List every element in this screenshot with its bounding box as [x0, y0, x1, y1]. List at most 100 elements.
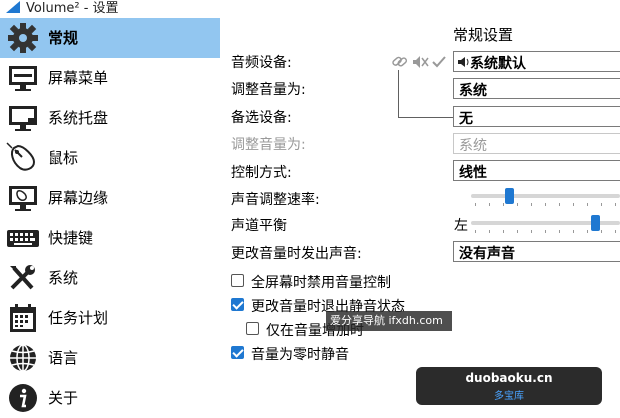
balance-slider-thumb[interactable]	[591, 215, 600, 231]
adjust-volume-select[interactable]: 系统	[453, 78, 620, 99]
slider-tick	[531, 203, 532, 206]
gear-icon	[8, 23, 38, 53]
sidebar-item-label: 关于	[48, 389, 79, 407]
checkbox-box[interactable]	[231, 346, 244, 359]
balance-label: 声道平衡	[231, 218, 287, 234]
sidebar: 常规 屏幕菜单 系统托盘 鼠标 屏幕边缘 快捷键 系统 任务计划 语言 关于	[0, 18, 220, 418]
link-line-horizontal	[398, 117, 453, 118]
control-mode-label: 控制方式:	[231, 165, 292, 181]
audio-device-label: 音频设备:	[231, 55, 292, 71]
sidebar-item-label: 语言	[48, 349, 79, 367]
window-title: Volume² - 设置	[26, 1, 119, 16]
slider-tick	[503, 230, 504, 233]
slider-tick	[559, 203, 560, 206]
alt-adjust-volume-value: 系统	[459, 138, 487, 154]
audio-device-select[interactable]: 系统默认	[453, 51, 620, 72]
alt-device-select[interactable]: 无	[453, 106, 620, 127]
slider-tick	[517, 230, 518, 233]
checkbox-label: 音量为零时静音	[251, 347, 349, 363]
slider-tick	[601, 230, 602, 233]
info-icon	[9, 384, 37, 412]
sidebar-item-label: 常规	[48, 29, 79, 47]
general-settings-panel: 常规设置 音频设备: 系统默认 调整音量为: 系统 备选设备: 无 调整音量为:…	[221, 18, 620, 418]
keyboard-icon	[7, 230, 39, 247]
alt-device-value: 无	[459, 111, 473, 127]
rate-slider-thumb[interactable]	[505, 188, 514, 204]
slider-tick	[475, 230, 476, 233]
checkbox-box[interactable]	[231, 274, 244, 287]
tray-monitor-icon	[9, 106, 37, 131]
checkbox-box[interactable]	[231, 298, 244, 311]
slider-tick	[573, 230, 574, 233]
sidebar-item-label: 快捷键	[48, 229, 94, 247]
sidebar-item-screen-menu[interactable]: 屏幕菜单	[0, 58, 220, 98]
sidebar-item-mouse[interactable]: 鼠标	[0, 138, 220, 178]
slider-tick	[545, 230, 546, 233]
mute-at-zero-checkbox[interactable]: 音量为零时静音	[231, 344, 451, 363]
watermark-name: 多宝库	[494, 391, 524, 402]
control-mode-value: 线性	[459, 165, 487, 181]
calendar-icon	[10, 304, 36, 332]
fullscreen-disable-checkbox[interactable]: 全屏幕时禁用音量控制	[231, 272, 491, 291]
section-title: 常规设置	[453, 26, 514, 44]
rate-label: 声音调整速率:	[231, 192, 320, 208]
watermark-site: duobaoku.cn	[465, 371, 553, 385]
sidebar-item-label: 任务计划	[48, 309, 109, 327]
slider-tick	[475, 203, 476, 206]
sidebar-item-language[interactable]: 语言	[0, 338, 220, 378]
sidebar-item-system-tray[interactable]: 系统托盘	[0, 98, 220, 138]
link-line-vertical	[398, 70, 399, 118]
watermark-ifxdh: 爱分享导航 ifxdh.com	[326, 311, 452, 331]
screen-edge-icon	[9, 186, 37, 211]
slider-tick	[587, 203, 588, 206]
watermark-duobaoku: duobaoku.cn 多宝库	[416, 367, 602, 405]
alt-device-label: 备选设备:	[231, 110, 292, 126]
sidebar-item-label: 屏幕菜单	[48, 69, 109, 87]
mute-icon[interactable]	[413, 56, 429, 68]
sidebar-item-general[interactable]: 常规	[0, 18, 220, 58]
sidebar-item-scheduler[interactable]: 任务计划	[0, 298, 220, 338]
slider-tick	[615, 203, 616, 206]
slider-tick	[601, 203, 602, 206]
sidebar-item-label: 鼠标	[48, 149, 79, 167]
checkbox-label: 全屏幕时禁用音量控制	[251, 275, 391, 291]
sound-on-change-label: 更改音量时发出声音:	[231, 246, 362, 262]
tools-icon	[10, 265, 35, 290]
slider-tick	[517, 203, 518, 206]
sidebar-item-label: 系统托盘	[48, 109, 109, 127]
alt-adjust-volume-label: 调整音量为:	[231, 137, 306, 153]
checkbox-box[interactable]	[246, 322, 259, 335]
sidebar-item-system[interactable]: 系统	[0, 258, 220, 298]
slider-tick	[573, 203, 574, 206]
slider-tick	[489, 203, 490, 206]
slider-tick	[545, 203, 546, 206]
link-icon[interactable]	[392, 56, 408, 67]
app-volume-icon	[6, 1, 20, 13]
adjust-volume-label: 调整音量为:	[231, 82, 306, 98]
speaker-icon	[458, 57, 469, 67]
sidebar-item-about[interactable]: 关于	[0, 378, 220, 418]
slider-tick	[489, 230, 490, 233]
control-mode-select[interactable]: 线性	[453, 160, 620, 181]
balance-slider[interactable]	[471, 213, 620, 233]
adjust-volume-value: 系统	[459, 83, 487, 99]
sound-on-change-value: 没有声音	[459, 246, 515, 262]
balance-left-label: 左	[454, 218, 468, 234]
device-toolbar	[392, 56, 446, 68]
slider-tick	[503, 203, 504, 206]
check-icon[interactable]	[432, 56, 446, 68]
rate-slider-ticks	[471, 203, 620, 207]
mouse-icon	[6, 142, 36, 171]
sidebar-item-label: 系统	[48, 269, 79, 287]
rate-slider[interactable]	[471, 186, 620, 206]
sound-on-change-select[interactable]: 没有声音	[453, 241, 620, 262]
slider-tick	[587, 230, 588, 233]
audio-device-value: 系统默认	[470, 56, 526, 72]
globe-icon	[10, 344, 36, 372]
sidebar-item-label: 屏幕边缘	[48, 189, 109, 207]
slider-tick	[531, 230, 532, 233]
sidebar-item-screen-edge[interactable]: 屏幕边缘	[0, 178, 220, 218]
sidebar-item-hotkeys[interactable]: 快捷键	[0, 218, 220, 258]
slider-tick	[615, 230, 616, 233]
monitor-icon	[9, 66, 37, 91]
